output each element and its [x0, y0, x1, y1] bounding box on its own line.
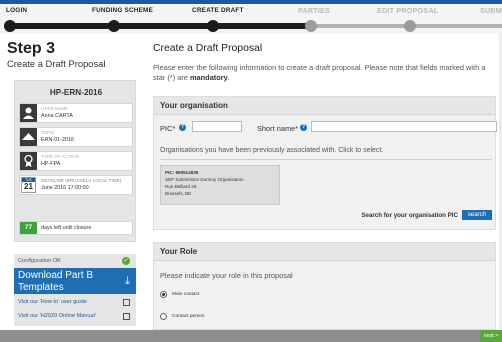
info-row-action: TYPE OF ACTION HP-FPA	[19, 151, 133, 171]
action-type-label: TYPE OF ACTION	[41, 154, 80, 159]
action-type-value: HP-FPA	[41, 161, 61, 167]
step-dot-create-draft	[207, 20, 219, 32]
org-street: Rue Belliard 28	[165, 184, 197, 189]
short-name-input[interactable]	[311, 121, 497, 132]
org-city: Brussels, BE	[165, 191, 192, 196]
organisation-panel: Your organisation PIC* ? Short name* ? O…	[153, 96, 497, 230]
days-left-count: 77	[20, 222, 37, 234]
search-pic-text: Search for your organisation PIC	[361, 212, 458, 219]
organisation-card[interactable]: PIC: 950514835 SEP Submission Dummy Orga…	[160, 165, 280, 205]
deadline-label: DEADLINE (Brussels Local Time)	[41, 178, 122, 183]
step-dot-edit-proposal	[404, 20, 416, 32]
config-box: Configuration OK ✓ Download Part B Templ…	[14, 254, 136, 326]
help-icon[interactable]: ?	[179, 124, 186, 131]
days-left-text: days left until closure	[41, 225, 92, 231]
divider	[160, 159, 492, 160]
step-dot-funding-scheme	[108, 20, 120, 32]
download-label-line2: Templates	[18, 282, 64, 293]
check-icon: ✓	[122, 257, 130, 265]
progress-stepper: LOGIN FUNDING SCHEME CREATE DRAFT PARTIE…	[0, 0, 502, 34]
organisation-heading: Your organisation	[160, 101, 228, 110]
next-button[interactable]: next >	[480, 330, 502, 342]
user-name-label: USER NAME	[41, 106, 69, 111]
download-icon: ⤓	[125, 275, 130, 287]
step-parties: PARTIES	[298, 6, 331, 15]
associated-orgs-text: Organisations you have been previously a…	[160, 147, 384, 154]
organisation-panel-header: Your organisation	[154, 97, 495, 115]
main-contact-label: Main contact	[172, 292, 200, 297]
topic-label: TOPIC	[41, 130, 55, 135]
action-type-icon	[20, 152, 37, 170]
external-link-icon[interactable]	[123, 299, 130, 306]
step-create-draft: CREATE DRAFT	[192, 7, 244, 14]
user-name-value: Anna CARTA	[41, 113, 73, 119]
info-row-user: USER NAME Anna CARTA	[19, 103, 133, 123]
step-funding-scheme: FUNDING SCHEME	[92, 7, 154, 14]
stepper-track-complete	[4, 23, 314, 29]
step-dot-login	[4, 20, 16, 32]
intro-text: Please enter the following information t…	[153, 63, 498, 83]
footer-bar: next >	[0, 330, 502, 342]
step-subtitle: Create a Draft Proposal	[7, 58, 106, 69]
download-templates-button[interactable]: Download Part B Templates ⤓	[14, 268, 136, 294]
pic-input[interactable]	[192, 121, 242, 132]
proposal-acronym: HP-ERN-2016	[49, 88, 103, 97]
topic-value: ERN-01-2016	[41, 137, 74, 143]
proposal-info-box: HP-ERN-2016 USER NAME Anna CARTA TOPIC E…	[14, 80, 136, 242]
step-submit: SUBMIT	[480, 6, 502, 15]
org-pic: PIC: 950514835	[165, 170, 199, 175]
role-panel: Your Role Please indicate your role in t…	[153, 242, 496, 330]
topic-icon	[20, 128, 37, 146]
short-name-label: Short name*	[257, 124, 299, 133]
step-title: Step 3	[7, 40, 56, 57]
step-login: LOGIN	[6, 7, 28, 14]
role-panel-header: Your Role	[154, 243, 495, 261]
deadline-day: 21	[24, 182, 33, 191]
calendar-icon: TUE 21	[21, 177, 36, 193]
howto-guide-link[interactable]: Visit our 'How to' user guide	[18, 299, 87, 305]
external-link-icon[interactable]	[123, 313, 130, 320]
deadline-value: June 2016 17:00:00	[41, 185, 89, 191]
intro-mandatory: mandatory	[189, 73, 228, 82]
page-title: Create a Draft Proposal	[153, 43, 263, 54]
radio-main-contact[interactable]	[160, 291, 167, 298]
intro-end: .	[227, 73, 230, 82]
download-label-line1: Download Part B	[18, 270, 94, 281]
help-icon[interactable]: ?	[300, 124, 307, 131]
radio-contact-person[interactable]	[160, 313, 167, 320]
top-bar	[0, 0, 502, 4]
contact-person-label: Contact person	[172, 314, 205, 319]
step-dot-parties	[305, 20, 317, 32]
org-name: SEP Submission Dummy Organisation	[165, 177, 244, 182]
config-status: Configuration OK	[18, 258, 61, 264]
search-button[interactable]: search	[462, 210, 492, 220]
left-sidebar: Step 3 Create a Draft Proposal HP-ERN-20…	[0, 34, 143, 330]
main-content: Create a Draft Proposal Please enter the…	[143, 34, 502, 330]
role-prompt: Please indicate your role in this propos…	[160, 271, 293, 280]
role-heading: Your Role	[160, 247, 198, 256]
user-icon	[20, 104, 37, 122]
info-row-deadline: TUE 21 DEADLINE (Brussels Local Time) Ju…	[19, 175, 133, 195]
pic-label: PIC*	[160, 124, 176, 133]
step-edit-proposal: EDIT PROPOSAL	[377, 6, 439, 15]
info-row-topic: TOPIC ERN-01-2016	[19, 127, 133, 147]
days-left-row: 77 days left until closure	[19, 221, 133, 235]
online-manual-link[interactable]: Visit our 'H2020 Online Manual'	[18, 313, 96, 319]
